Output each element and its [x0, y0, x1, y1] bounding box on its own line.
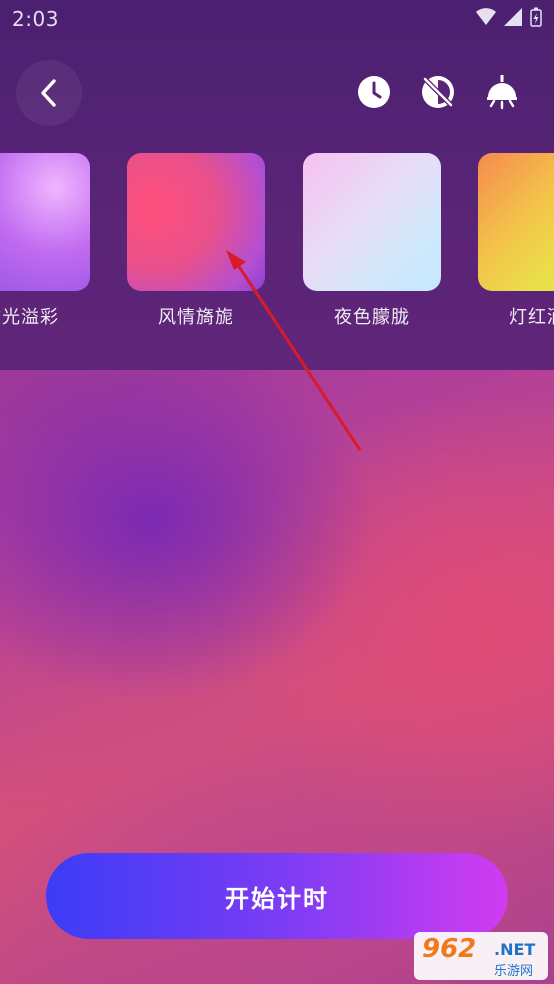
theme-item[interactable]: 灯红酒绿 — [478, 153, 554, 328]
theme-thumbnail[interactable] — [478, 153, 554, 291]
brightness-off-icon — [422, 76, 454, 108]
theme-label: 夜色朦胧 — [334, 307, 410, 328]
status-time: 2:03 — [12, 7, 59, 31]
theme-label: 灯红酒绿 — [509, 307, 554, 328]
watermark-main: 962 — [422, 934, 477, 964]
theme-label: 炫光溢彩 — [0, 307, 59, 328]
chevron-left-icon — [41, 79, 56, 107]
lamp-icon — [487, 75, 517, 110]
timer-button[interactable] — [354, 72, 394, 112]
theme-thumbnail[interactable] — [303, 153, 441, 291]
signal-icon — [504, 8, 522, 26]
back-button[interactable] — [16, 60, 82, 126]
start-timer-button[interactable]: 开始计时 — [46, 853, 508, 939]
status-bar: 2:03 — [0, 0, 554, 38]
theme-item[interactable]: 风情旖旎 — [127, 153, 265, 328]
theme-thumbnail[interactable] — [127, 153, 265, 291]
theme-label: 风情旖旎 — [158, 307, 234, 328]
watermark-logo: 962 .NET 乐游网 — [414, 932, 548, 980]
theme-thumbnail[interactable] — [0, 153, 90, 291]
theme-list: 炫光溢彩 风情旖旎 夜色朦胧 灯红酒绿 — [0, 153, 554, 333]
battery-icon — [530, 7, 542, 27]
watermark-sub: 乐游网 — [494, 964, 534, 979]
watermark-net: .NET — [494, 940, 536, 959]
brightness-toggle-button[interactable] — [418, 72, 458, 112]
theme-item[interactable]: 炫光溢彩 — [0, 153, 90, 328]
theme-item[interactable]: 夜色朦胧 — [303, 153, 441, 328]
wifi-icon — [476, 8, 496, 25]
clock-icon — [358, 76, 390, 108]
lamp-button[interactable] — [482, 72, 522, 112]
